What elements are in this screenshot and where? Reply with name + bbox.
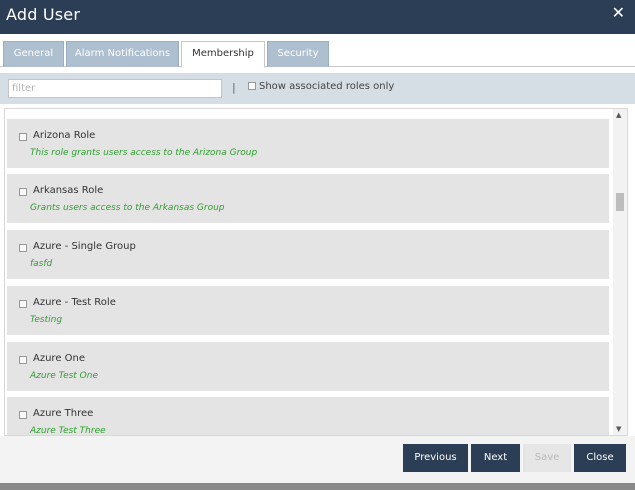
role-description: Azure Test One (30, 371, 99, 381)
list-scrollbar[interactable]: ▲ ▼ (613, 109, 627, 435)
role-list[interactable]: Arizona Role This role grants users acce… (4, 108, 628, 436)
tab-bar: General Alarm Notifications Membership S… (0, 34, 635, 68)
list-item: Azure - Single Group fasfd (7, 230, 609, 279)
role-checkbox[interactable] (19, 356, 27, 364)
scroll-thumb[interactable] (616, 193, 624, 211)
list-item: Azure - Test Role Testing (7, 286, 609, 335)
window-bottom-edge (0, 483, 635, 490)
scroll-up-icon[interactable]: ▲ (616, 111, 621, 119)
save-button: Save (523, 444, 571, 472)
close-button[interactable]: Close (574, 444, 626, 472)
close-icon[interactable]: ✕ (612, 3, 625, 22)
role-name: Azure Three (33, 408, 94, 419)
role-description: Testing (30, 315, 63, 325)
role-name: Azure One (33, 353, 86, 364)
tab-alarm-notifications[interactable]: Alarm Notifications (66, 41, 179, 67)
role-description: Grants users access to the Arkansas Grou… (30, 203, 225, 213)
role-name: Arizona Role (33, 130, 96, 141)
show-associated-label: Show associated roles only (259, 81, 395, 92)
role-name: Azure - Test Role (33, 297, 116, 308)
role-checkbox[interactable] (19, 188, 27, 196)
role-checkbox[interactable] (19, 244, 27, 252)
role-description: fasfd (30, 259, 53, 269)
list-item: Arkansas Role Grants users access to the… (7, 174, 609, 223)
scroll-down-icon[interactable]: ▼ (616, 425, 621, 433)
role-name: Arkansas Role (33, 185, 104, 196)
role-checkbox[interactable] (19, 133, 27, 141)
filter-bar: | Show associated roles only (0, 73, 635, 104)
filter-input[interactable] (8, 79, 222, 98)
dialog-title: Add User (6, 5, 81, 24)
role-description: Azure Test Three (30, 426, 106, 436)
tab-security[interactable]: Security (267, 41, 329, 67)
dialog-titlebar: Add User ✕ (0, 0, 635, 34)
dialog-footer: Previous Next Save Close (0, 436, 635, 483)
role-name: Azure - Single Group (33, 241, 136, 252)
show-associated-checkbox[interactable] (248, 82, 256, 90)
previous-button[interactable]: Previous (403, 444, 468, 472)
role-checkbox[interactable] (19, 300, 27, 308)
role-description: This role grants users access to the Ari… (30, 148, 258, 158)
list-item: Arizona Role This role grants users acce… (7, 119, 609, 168)
next-button[interactable]: Next (471, 444, 520, 472)
filter-separator: | (232, 81, 236, 94)
tab-general[interactable]: General (3, 41, 64, 67)
list-item: Azure One Azure Test One (7, 342, 609, 391)
list-item: Azure Three Azure Test Three (7, 397, 609, 436)
role-checkbox[interactable] (19, 411, 27, 419)
tab-membership[interactable]: Membership (181, 41, 265, 68)
